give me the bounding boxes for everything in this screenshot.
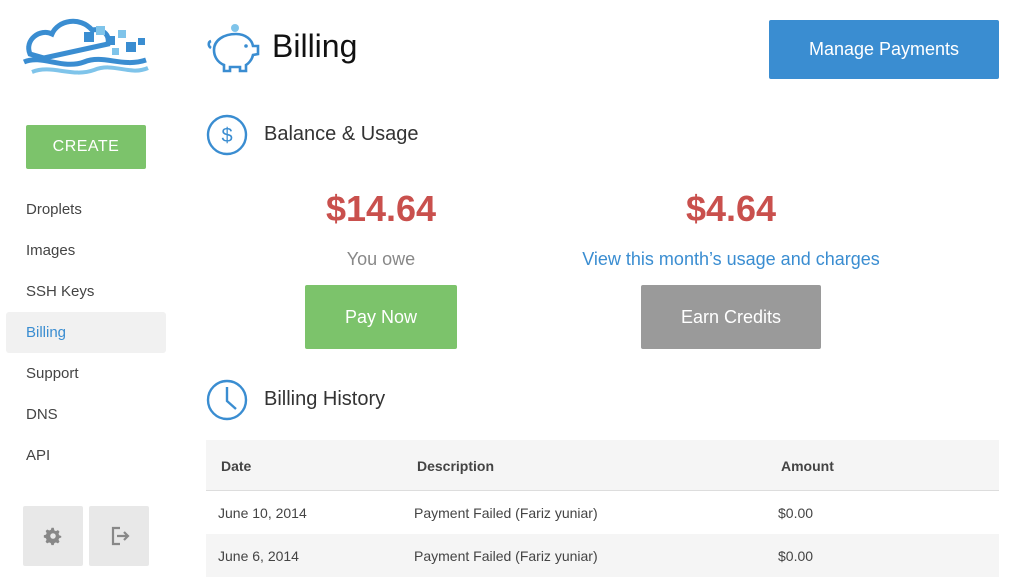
balance-section-title: Balance & Usage — [264, 123, 419, 145]
column-header-description: Description — [417, 458, 495, 474]
manage-payments-button[interactable]: Manage Payments — [769, 20, 999, 79]
amount-owed-label: You owe — [346, 249, 416, 269]
table-row: June 10, 2014 Payment Failed (Fariz yuni… — [206, 491, 999, 534]
logout-icon — [111, 526, 130, 546]
sidebar-item-dns[interactable]: DNS — [6, 394, 166, 435]
page-title: Billing — [272, 28, 358, 64]
column-header-date: Date — [221, 458, 252, 474]
row-amount: $0.00 — [778, 505, 814, 521]
earn-credits-button[interactable]: Earn Credits — [641, 285, 821, 349]
pay-now-button[interactable]: Pay Now — [305, 285, 457, 349]
usage-amount: $4.64 — [685, 188, 777, 229]
row-date: June 6, 2014 — [218, 548, 299, 564]
sidebar-item-api[interactable]: API — [6, 435, 166, 476]
settings-button[interactable] — [23, 506, 83, 566]
row-description: Payment Failed (Fariz yuniar) — [414, 548, 598, 564]
piggy-bank-icon — [206, 22, 262, 74]
gear-icon — [43, 527, 62, 546]
sidebar-item-support[interactable]: Support — [6, 353, 166, 394]
row-date: June 10, 2014 — [218, 505, 307, 521]
clock-icon — [206, 379, 248, 421]
svg-text:$: $ — [221, 125, 232, 147]
digitalocean-logo[interactable] — [22, 14, 152, 84]
sidebar-item-ssh-keys[interactable]: SSH Keys — [6, 271, 166, 312]
sidebar-item-droplets[interactable]: Droplets — [6, 189, 166, 230]
logout-button[interactable] — [89, 506, 149, 566]
sidebar-nav: Droplets Images SSH Keys Billing Support… — [6, 189, 166, 476]
view-usage-link[interactable]: View this month’s usage and charges — [560, 249, 902, 270]
row-description: Payment Failed (Fariz yuniar) — [414, 505, 598, 521]
sidebar-item-images[interactable]: Images — [6, 230, 166, 271]
table-header: Date Description Amount — [206, 440, 999, 491]
billing-history-table: Date Description Amount June 10, 2014 Pa… — [206, 440, 999, 577]
dollar-icon: $ — [206, 114, 248, 156]
create-button[interactable]: CREATE — [26, 125, 146, 169]
column-header-amount: Amount — [781, 458, 834, 474]
sidebar-item-billing[interactable]: Billing — [6, 312, 166, 353]
amount-owed: $14.64 — [325, 188, 437, 229]
table-row: June 6, 2014 Payment Failed (Fariz yunia… — [206, 534, 999, 577]
billing-history-title: Billing History — [264, 388, 386, 410]
row-amount: $0.00 — [778, 548, 814, 564]
